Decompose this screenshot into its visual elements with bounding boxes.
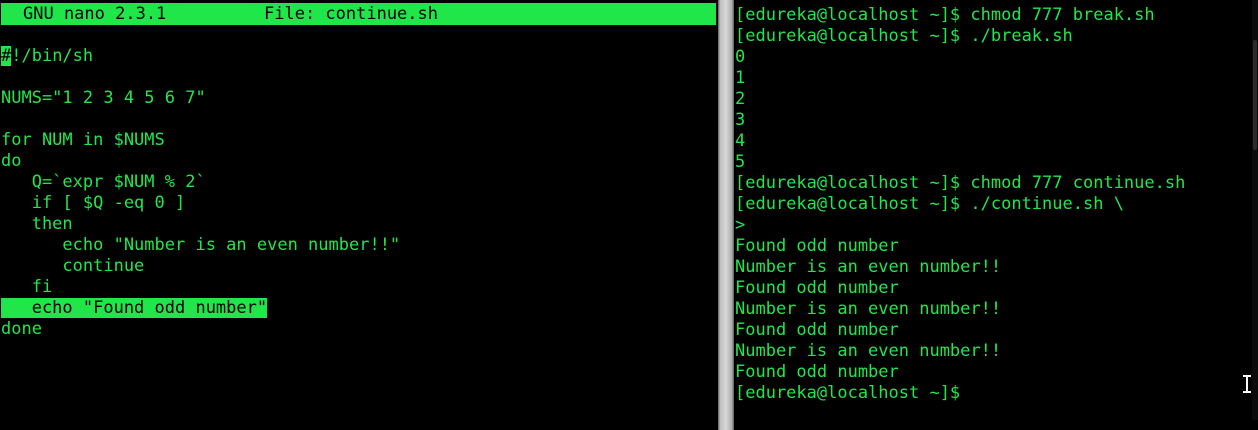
terminal-line: 1 (735, 68, 746, 88)
terminal-line: Found odd number (735, 320, 899, 340)
code-line[interactable]: #!/bin/sh (1, 46, 718, 67)
terminal-line: [edureka@localhost ~]$ ./break.sh (735, 26, 1073, 46)
nano-version: GNU nano 2.3.1 (23, 4, 167, 24)
terminal-line: Found odd number (735, 362, 899, 382)
code-line[interactable]: do (1, 151, 718, 172)
terminal-line: Found odd number (735, 236, 899, 256)
nano-editor-pane[interactable]: GNU nano 2.3.1 File: continue.sh #!/bin/… (0, 0, 718, 430)
code-line[interactable]: continue (1, 256, 718, 277)
terminal-output[interactable]: [edureka@localhost ~]$ chmod 777 break.s… (735, 5, 1258, 404)
terminal-line: 5 (735, 152, 746, 172)
code-line[interactable]: if [ $Q -eq 0 ] (1, 193, 718, 214)
code-line[interactable]: fi (1, 277, 718, 298)
code-line[interactable]: then (1, 214, 718, 235)
code-line[interactable]: Q=`expr $NUM % 2` (1, 172, 718, 193)
terminal-line: Number is an even number!! (735, 299, 1002, 319)
terminal-line: Number is an even number!! (735, 257, 1002, 277)
code-line[interactable] (1, 67, 718, 88)
code-line[interactable]: for NUM in $NUMS (1, 130, 718, 151)
terminal-line: [edureka@localhost ~]$ chmod 777 break.s… (735, 5, 1155, 25)
text-cursor-icon (1242, 374, 1252, 394)
terminal-pane[interactable]: [edureka@localhost ~]$ chmod 777 break.s… (734, 0, 1258, 430)
terminal-line: Number is an even number!! (735, 341, 1002, 361)
terminal-line: [edureka@localhost ~]$ ./continue.sh \ (735, 194, 1124, 214)
code-line[interactable]: done (1, 319, 718, 340)
code-line[interactable] (1, 109, 718, 130)
terminal-line: 3 (735, 110, 746, 130)
terminal-scrollbar[interactable] (1252, 0, 1258, 420)
terminal-line: > (735, 215, 746, 235)
scrollbar-thumb[interactable] (1253, 40, 1257, 150)
nano-filename: File: continue.sh (264, 4, 438, 24)
code-line[interactable]: NUMS="1 2 3 4 5 6 7" (1, 88, 718, 109)
terminal-line: 2 (735, 89, 746, 109)
code-line[interactable]: echo "Number is an even number!!" (1, 235, 718, 256)
editor-text-area[interactable]: #!/bin/sh NUMS="1 2 3 4 5 6 7" for NUM i… (1, 46, 718, 340)
selected-text: echo "Found odd number" (1, 298, 268, 318)
code-line-highlighted[interactable]: echo "Found odd number" (1, 298, 718, 319)
terminal-prompt[interactable]: [edureka@localhost ~]$ (735, 383, 1258, 404)
pane-divider[interactable] (718, 0, 734, 430)
terminal-line: Found odd number (735, 278, 899, 298)
terminal-line: 4 (735, 131, 746, 151)
nano-title-bar: GNU nano 2.3.1 File: continue.sh (1, 3, 716, 25)
terminal-line: [edureka@localhost ~]$ chmod 777 continu… (735, 173, 1186, 193)
text-cursor: # (1, 46, 12, 66)
terminal-line: 0 (735, 47, 746, 67)
